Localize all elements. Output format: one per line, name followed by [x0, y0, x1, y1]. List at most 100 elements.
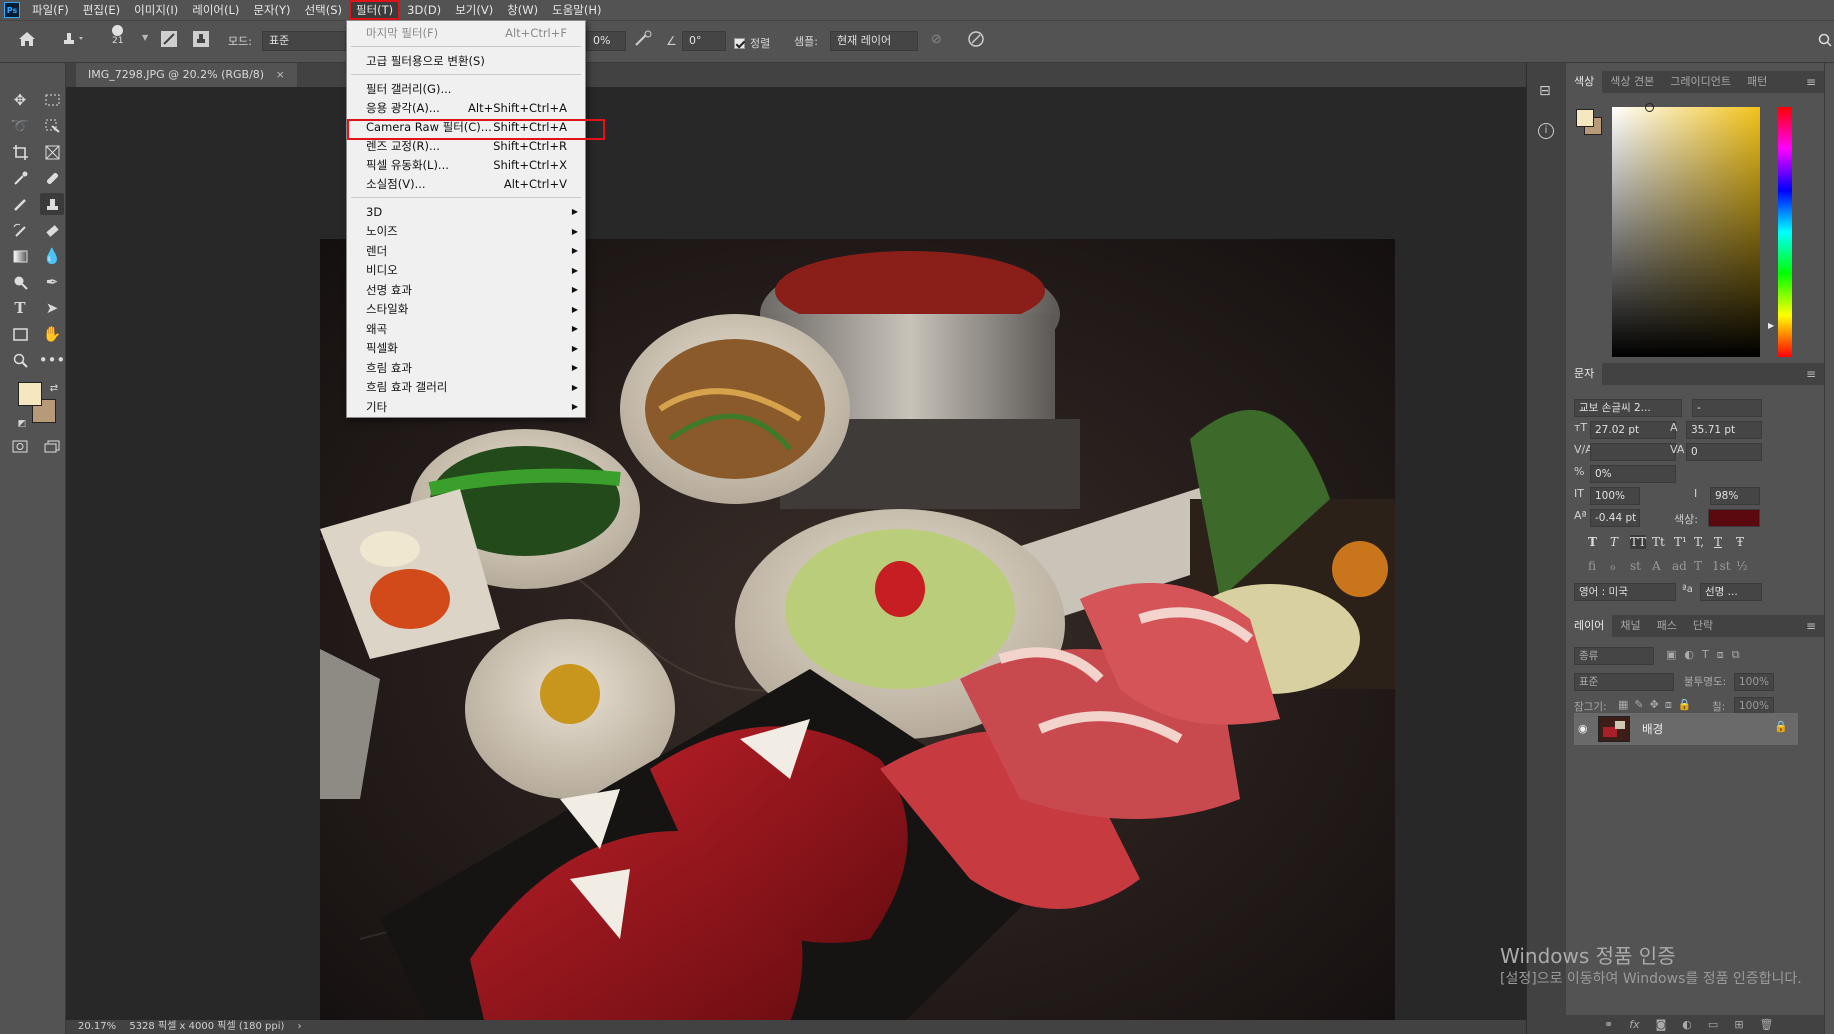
font-style-select[interactable]: - [1692, 399, 1762, 417]
tracking-input[interactable]: 0 [1686, 443, 1762, 461]
crop-tool-icon[interactable] [8, 141, 32, 163]
menu-edit[interactable]: 편집(E) [76, 0, 127, 20]
filter-menu-item[interactable]: 필터 갤러리(G)... [347, 79, 585, 98]
filter-menu-item[interactable]: 픽셀 유동화(L)... Shift+Ctrl+X [347, 155, 585, 174]
contextual-alternates-button[interactable]: ℴ [1610, 559, 1616, 573]
tsume-input[interactable]: 0% [1590, 465, 1676, 483]
marquee-tool-icon[interactable] [40, 89, 64, 111]
home-icon[interactable] [18, 31, 36, 47]
small-caps-button[interactable]: Tt [1652, 535, 1665, 549]
menu-select[interactable]: 선택(S) [298, 0, 349, 20]
object-select-tool-icon[interactable] [40, 115, 64, 137]
tab-swatches[interactable]: 색상 견본 [1602, 71, 1662, 93]
menu-filter[interactable]: 필터(T) [349, 0, 401, 20]
type-tool-icon[interactable]: T [8, 297, 32, 319]
clone-stamp-preset-icon[interactable] [60, 31, 86, 47]
stylistic-alternates-button[interactable]: ad [1672, 559, 1687, 573]
eye-icon[interactable]: ◉ [1578, 722, 1588, 735]
language-select[interactable]: 영어 : 미국 [1574, 583, 1676, 601]
baseline-shift-input[interactable]: -0.44 pt [1590, 509, 1640, 527]
history-panel-icon[interactable]: ⊟ [1539, 83, 1551, 99]
underline-button[interactable]: T [1714, 535, 1722, 549]
quick-mask-icon[interactable] [8, 435, 32, 457]
ignore-adjustment-icon[interactable]: ⊘ [931, 32, 942, 47]
swap-colors-icon[interactable]: ⇄ [42, 377, 66, 399]
color-panel-foreground[interactable] [1576, 109, 1594, 127]
mask-icon[interactable]: ◙ [1656, 1018, 1667, 1031]
fx-icon[interactable]: fx [1629, 1018, 1639, 1031]
tab-patterns[interactable]: 패턴 [1739, 71, 1775, 93]
history-brush-tool-icon[interactable] [8, 219, 32, 241]
kerning-input[interactable] [1590, 443, 1676, 461]
document-tab[interactable]: IMG_7298.JPG @ 20.2% (RGB/8) × [76, 63, 297, 87]
tab-color[interactable]: 색상 [1566, 71, 1603, 93]
text-color-swatch[interactable] [1708, 509, 1760, 527]
tab-paths[interactable]: 패스 [1649, 615, 1685, 637]
fractions-button[interactable]: ½ [1736, 559, 1748, 573]
filter-menu-item[interactable]: 비디오 ▶ [347, 261, 585, 280]
menu-image[interactable]: 이미지(I) [127, 0, 185, 20]
sample-select[interactable]: 현재 레이어 [830, 31, 918, 51]
rectangle-tool-icon[interactable] [8, 323, 32, 345]
search-icon[interactable] [1818, 33, 1832, 47]
filter-menu-item[interactable]: 왜곡 ▶ [347, 319, 585, 338]
menu-view[interactable]: 보기(V) [448, 0, 500, 20]
status-arrow-icon[interactable]: › [298, 1021, 302, 1032]
healing-brush-tool-icon[interactable] [40, 167, 64, 189]
adjustment-icon[interactable]: ◐ [1682, 1018, 1692, 1031]
airbrush-icon[interactable] [633, 30, 653, 48]
filter-menu-item[interactable]: 렌더 ▶ [347, 241, 585, 260]
filter-menu-item[interactable]: 스타일화 ▶ [347, 300, 585, 319]
menu-window[interactable]: 창(W) [500, 0, 545, 20]
tab-character[interactable]: 문자 [1566, 363, 1603, 385]
zoom-tool-icon[interactable] [8, 349, 32, 371]
filter-menu-item[interactable]: 픽셀화 ▶ [347, 339, 585, 358]
filter-menu-item[interactable]: 흐림 효과 갤러리 ▶ [347, 378, 585, 397]
lock-icons[interactable]: ▦✎✥⧈🔒 [1618, 698, 1698, 712]
horizontal-scale-input[interactable]: 98% [1710, 487, 1760, 505]
all-caps-button[interactable]: TT [1630, 535, 1647, 549]
menu-file[interactable]: 파일(F) [25, 0, 76, 20]
faux-italic-button[interactable]: T [1610, 535, 1618, 549]
titling-alternates-button[interactable]: T [1694, 559, 1702, 573]
mode-select[interactable]: 표준 [262, 31, 346, 51]
filter-menu-item[interactable]: 기타 ▶ [347, 397, 585, 416]
lasso-tool-icon[interactable]: ➰ [8, 115, 32, 137]
brush-size-picker[interactable]: 21 [112, 25, 123, 46]
pressure-icon[interactable] [967, 30, 985, 48]
menu-3d[interactable]: 3D(D) [400, 0, 448, 20]
layer-row-background[interactable]: ◉ 배경 🔒 [1574, 713, 1798, 745]
font-size-input[interactable]: 27.02 pt [1590, 421, 1676, 439]
tab-gradients[interactable]: 그레이디언트 [1662, 71, 1739, 93]
font-family-select[interactable]: 교보 손글씨 2... [1574, 399, 1682, 417]
hue-slider[interactable] [1778, 107, 1792, 357]
brush-tool-icon[interactable] [8, 193, 32, 215]
leading-input[interactable]: 35.71 pt [1686, 421, 1762, 439]
filter-menu-item[interactable]: 고급 필터용으로 변환(S) [347, 51, 585, 70]
swash-button[interactable]: A [1652, 559, 1661, 573]
character-menu-icon[interactable]: ≡ [1806, 367, 1816, 381]
brush-settings-icon[interactable] [160, 30, 178, 48]
subscript-button[interactable]: T, [1694, 535, 1704, 549]
move-tool-icon[interactable]: ✥ [8, 89, 32, 111]
superscript-button[interactable]: T¹ [1674, 535, 1687, 549]
filter-menu-item[interactable]: 소실점(V)... Alt+Ctrl+V [347, 174, 585, 193]
strikethrough-button[interactable]: Ŧ [1736, 535, 1744, 549]
ordinals-button[interactable]: 1st [1712, 559, 1731, 573]
clone-stamp-tool-icon[interactable] [40, 193, 64, 215]
hand-tool-icon[interactable]: ✋ [40, 323, 64, 345]
angle-input[interactable]: 0° [682, 31, 726, 51]
group-icon[interactable]: ▭ [1708, 1018, 1718, 1031]
filter-menu-item[interactable]: 응용 광각(A)... Alt+Shift+Ctrl+A [347, 98, 585, 117]
pen-tool-icon[interactable]: ✒ [40, 271, 64, 293]
zoom-level[interactable]: 20.17% [78, 1021, 116, 1032]
menu-layer[interactable]: 레이어(L) [185, 0, 246, 20]
eraser-tool-icon[interactable] [40, 219, 64, 241]
more-tools-icon[interactable]: ••• [39, 349, 66, 371]
gradient-tool-icon[interactable] [8, 245, 32, 267]
hue-pointer-icon[interactable]: ▶ [1768, 321, 1774, 330]
faux-bold-button[interactable]: T [1588, 535, 1597, 549]
screen-mode-icon[interactable] [40, 435, 64, 457]
filter-menu-item[interactable]: 선명 효과 ▶ [347, 280, 585, 299]
panel-menu-icon[interactable]: ≡ [1806, 75, 1816, 89]
